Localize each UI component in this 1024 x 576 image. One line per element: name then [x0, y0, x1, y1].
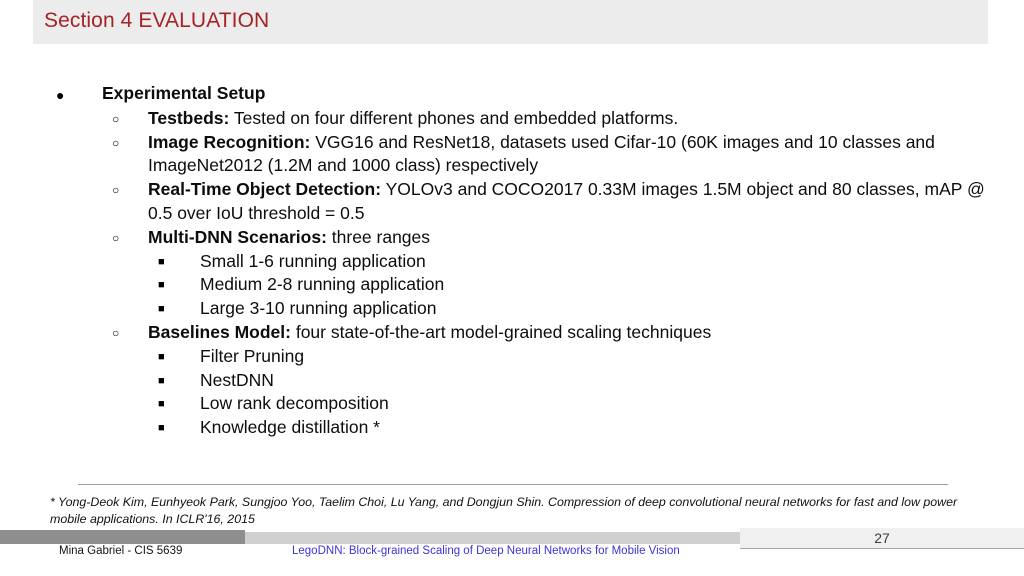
- item-rest: Tested on four different phones and embe…: [229, 107, 679, 128]
- page-title: Section 4 EVALUATION: [44, 9, 270, 32]
- list-item-baselines-model: ○ Baselines Model: four state-of-the-art…: [112, 321, 1024, 345]
- list-item-multi-dnn-scenarios: ○ Multi-DNN Scenarios: three ranges: [112, 226, 1024, 250]
- item-text: Image Recognition: VGG16 and ResNet18, d…: [148, 131, 1008, 179]
- bullet-square-icon: ■: [158, 422, 165, 435]
- footnote-divider: [78, 484, 948, 485]
- list-item-medium-range: ■ Medium 2-8 running application: [158, 273, 1024, 297]
- subitem-text: Low rank decomposition: [200, 393, 389, 414]
- bullet-circle-icon: ○: [112, 183, 120, 198]
- bullet-circle-icon: ○: [112, 111, 120, 126]
- subitem-text: Medium 2-8 running application: [200, 274, 445, 295]
- item-text: Baselines Model: four state-of-the-art m…: [148, 321, 711, 345]
- footer-author: Mina Gabriel - CIS 5639: [59, 545, 183, 557]
- bullet-square-icon: ■: [158, 303, 165, 316]
- subitem-text: Filter Pruning: [200, 345, 305, 366]
- bullet-circle-icon: ○: [112, 230, 120, 245]
- list-item-small-range: ■ Small 1-6 running application: [158, 250, 1024, 274]
- section-heading: Experimental Setup: [102, 83, 266, 103]
- bullet-square-icon: ■: [158, 374, 165, 387]
- item-text: Testbeds: Tested on four different phone…: [148, 107, 678, 131]
- item-lead: Baselines Model:: [148, 321, 291, 342]
- list-item-image-recognition: ○ Image Recognition: VGG16 and ResNet18,…: [112, 131, 1024, 179]
- item-rest: three ranges: [326, 226, 431, 247]
- footnote-text: * Yong-Deok Kim, Eunhyeok Park, Sungjoo …: [50, 495, 958, 526]
- bullet-square-icon: ■: [158, 279, 165, 292]
- item-lead: Image Recognition:: [148, 131, 311, 152]
- page-number: 27: [874, 530, 890, 546]
- bullet-square-icon: ■: [158, 350, 165, 363]
- footer-paper-reference[interactable]: LegoDNN: Block-grained Scaling of Deep N…: [292, 545, 680, 557]
- bullet-circle-icon: ○: [112, 135, 120, 150]
- item-lead: Multi-DNN Scenarios:: [148, 226, 327, 247]
- list-item-nestdnn: ■ NestDNN: [158, 369, 1024, 393]
- list-item-testbeds: ○ Testbeds: Tested on four different pho…: [112, 107, 1024, 131]
- subitem-text: Large 3-10 running application: [200, 298, 437, 319]
- subitem-text: Knowledge distillation *: [200, 417, 380, 438]
- list-item-filter-pruning: ■ Filter Pruning: [158, 345, 1024, 369]
- list-item-knowledge-distillation: ■ Knowledge distillation *: [158, 416, 1024, 440]
- item-lead: Real-Time Object Detection:: [148, 179, 382, 200]
- slide-body: ● Experimental Setup ○ Testbeds: Tested …: [0, 82, 1024, 440]
- item-rest: four state-of-the-art model-grained scal…: [290, 321, 712, 342]
- footer-bar-dark: [0, 530, 245, 544]
- bullet-circle-icon: ○: [112, 325, 120, 340]
- subitem-text: Small 1-6 running application: [200, 250, 426, 271]
- footer-bar-light: [245, 532, 740, 544]
- item-lead: Testbeds:: [148, 107, 230, 128]
- list-item-large-range: ■ Large 3-10 running application: [158, 297, 1024, 321]
- list-item-low-rank-decomposition: ■ Low rank decomposition: [158, 392, 1024, 416]
- item-text: Multi-DNN Scenarios: three ranges: [148, 226, 430, 250]
- list-item-experimental-setup: ● Experimental Setup: [56, 82, 1024, 106]
- subitem-text: NestDNN: [200, 369, 274, 390]
- bullet-disc-icon: ●: [56, 87, 65, 103]
- item-text: Real-Time Object Detection: YOLOv3 and C…: [148, 178, 1008, 226]
- bullet-square-icon: ■: [158, 398, 165, 411]
- list-item-real-time-object-detection: ○ Real-Time Object Detection: YOLOv3 and…: [112, 178, 1024, 226]
- bullet-square-icon: ■: [158, 255, 165, 268]
